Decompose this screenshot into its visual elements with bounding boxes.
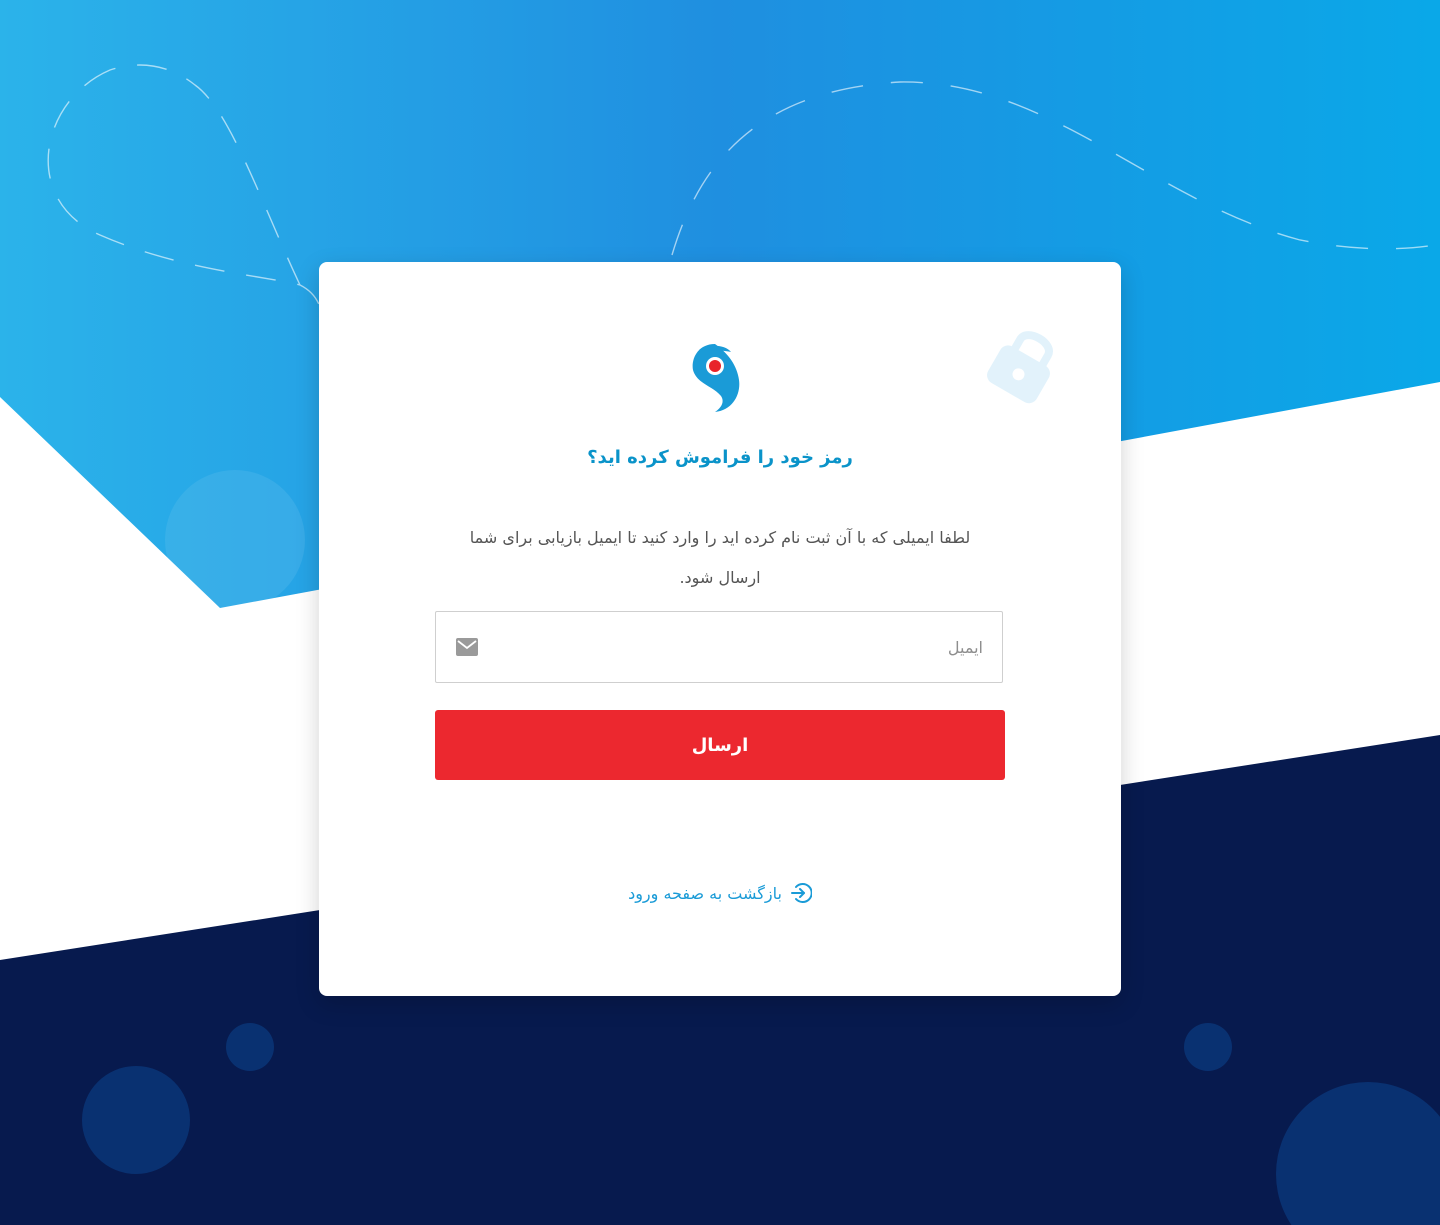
back-link-label: بازگشت به صفحه ورود <box>628 883 782 903</box>
back-to-login-link[interactable]: بازگشت به صفحه ورود <box>319 882 1121 904</box>
forgot-password-card: رمز خود را فراموش کرده اید؟ لطفا ایمیلی … <box>319 262 1121 996</box>
page-title: رمز خود را فراموش کرده اید؟ <box>587 447 853 468</box>
brand-logo <box>692 344 740 412</box>
deco-circle-3 <box>1184 1023 1232 1071</box>
submit-button[interactable]: ارسال <box>435 710 1005 780</box>
light-circle <box>165 470 305 610</box>
deco-circle-2 <box>226 1023 274 1071</box>
login-icon <box>790 883 812 903</box>
lock-icon <box>987 331 1053 404</box>
deco-circle-1 <box>82 1066 190 1174</box>
email-field[interactable] <box>435 611 1003 683</box>
forgot-password-page: رمز خود را فراموش کرده اید؟ لطفا ایمیلی … <box>0 0 1440 1225</box>
mail-icon <box>456 638 478 656</box>
instruction-text: لطفا ایمیلی که با آن ثبت نام کرده اید را… <box>469 528 971 587</box>
email-input[interactable] <box>502 612 1002 682</box>
